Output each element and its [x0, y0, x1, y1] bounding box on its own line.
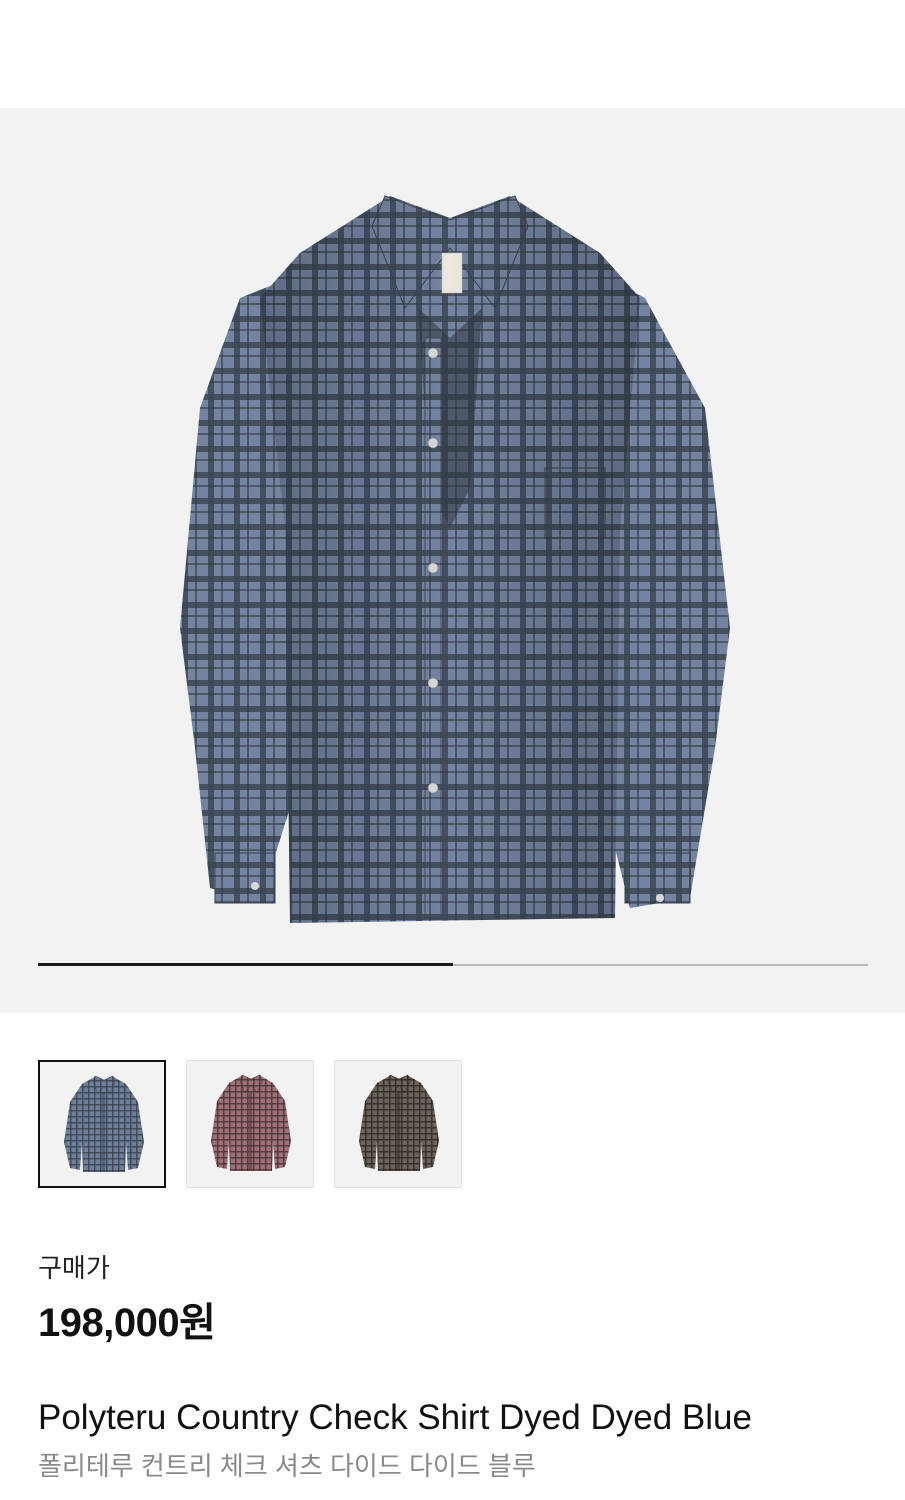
- price-value: 198,000원: [38, 1301, 216, 1345]
- gallery-progress-fill: [38, 963, 453, 966]
- top-spacer: [0, 0, 905, 108]
- variant-thumbnails: [38, 1060, 462, 1190]
- gallery-progress-bar: [38, 963, 868, 966]
- product-name-korean: 폴리테루 컨트리 체크 셔츠 다이드 다이드 블루: [38, 1451, 536, 1481]
- variant-thumbnail[interactable]: [334, 1060, 462, 1188]
- variant-thumbnail[interactable]: [186, 1060, 314, 1188]
- variant-thumbnail-image: [359, 1074, 439, 1171]
- variant-thumbnail-image: [64, 1075, 144, 1172]
- main-product-image: [180, 195, 730, 923]
- price-label: 구매가: [38, 1253, 110, 1283]
- variant-thumbnail[interactable]: [38, 1060, 166, 1188]
- product-image-gallery[interactable]: [0, 108, 905, 1013]
- variant-thumbnail-image: [211, 1074, 291, 1171]
- product-name-english: Polyteru Country Check Shirt Dyed Dyed B…: [38, 1398, 752, 1437]
